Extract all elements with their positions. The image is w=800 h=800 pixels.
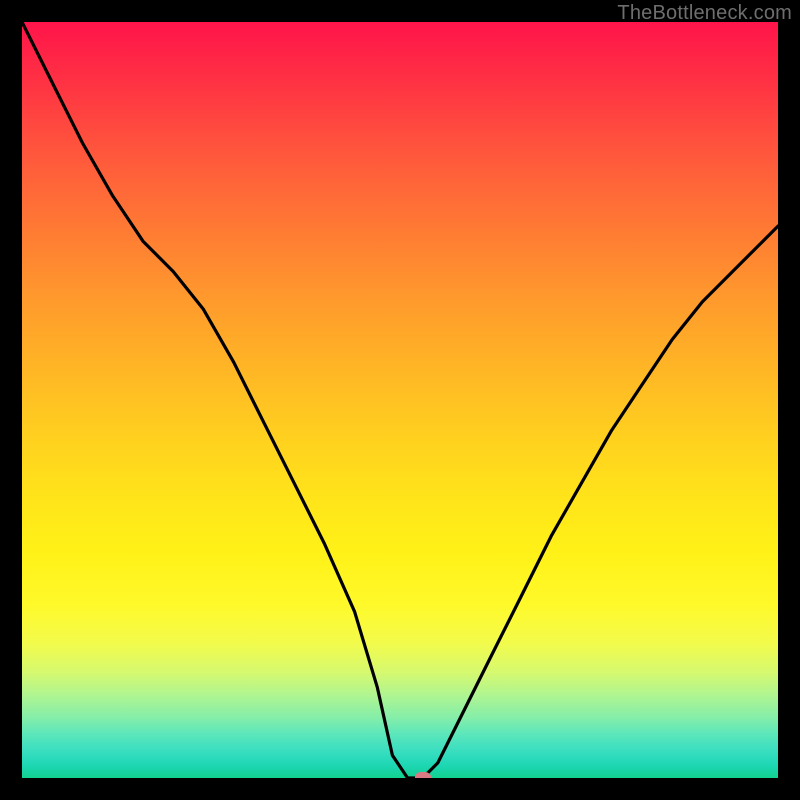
watermark-text: TheBottleneck.com [617, 2, 792, 25]
chart-frame: TheBottleneck.com [0, 0, 800, 800]
minimum-marker [415, 772, 431, 778]
plot-area [22, 22, 778, 778]
bottleneck-curve [22, 22, 778, 778]
curve-layer [22, 22, 778, 778]
